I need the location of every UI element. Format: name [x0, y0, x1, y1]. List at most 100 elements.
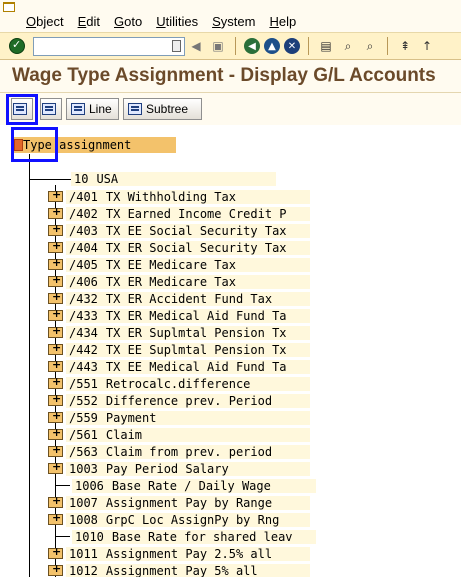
- wage-type-text: TX Withholding Tax: [99, 189, 310, 204]
- menu-item-edit[interactable]: Edit: [78, 14, 100, 29]
- tree-row[interactable]: /404TX ER Social Security Tax: [48, 239, 310, 256]
- menu-item-system[interactable]: System: [212, 14, 255, 29]
- country-code: 10: [71, 172, 91, 186]
- wage-type-text: Assignment Pay by Range: [99, 495, 310, 510]
- expand-node-icon[interactable]: [48, 341, 63, 355]
- country-node[interactable]: 10 USA: [29, 171, 277, 187]
- wage-type-code: /402: [66, 206, 100, 221]
- menu-item-goto[interactable]: Goto: [114, 14, 142, 29]
- expand-node-icon[interactable]: [48, 256, 63, 270]
- print-icon[interactable]: ▤: [317, 37, 335, 55]
- wage-type-code: 1012: [66, 563, 100, 577]
- expand-all-button[interactable]: [11, 98, 33, 120]
- tree-row[interactable]: /443TX EE Medical Aid Fund Ta: [48, 358, 310, 375]
- tree-row[interactable]: /559Payment: [48, 409, 310, 426]
- find-next-icon[interactable]: ⌕: [361, 37, 379, 55]
- expand-node-icon[interactable]: [48, 375, 63, 389]
- tree-row[interactable]: 1012Assignment Pay 5% all: [48, 562, 310, 577]
- tree-row[interactable]: 1010 Base Rate for shared leav: [56, 528, 316, 545]
- expand-node-icon[interactable]: [48, 392, 63, 406]
- expand-node-icon[interactable]: [48, 290, 63, 304]
- menu-item-object[interactable]: Object: [26, 14, 64, 29]
- expand-node-icon[interactable]: [48, 562, 63, 576]
- wage-type-text: Assignment Pay 5% all: [99, 563, 310, 577]
- line-button-label: Line: [89, 102, 112, 116]
- line-button[interactable]: Line: [66, 98, 119, 120]
- wage-type-text: Claim: [99, 427, 310, 442]
- expand-node-icon[interactable]: [48, 545, 63, 559]
- tree-row[interactable]: /432TX ER Accident Fund Tax: [48, 290, 310, 307]
- tree-row[interactable]: 1007Assignment Pay by Range: [48, 494, 310, 511]
- command-field[interactable]: [33, 36, 185, 56]
- tree-row[interactable]: /406TX ER Medicare Tax: [48, 273, 310, 290]
- expand-node-icon[interactable]: [48, 358, 63, 372]
- tree-row[interactable]: /442TX EE Suplmtal Pension Tx: [48, 341, 310, 358]
- menu-item-label: bject: [36, 14, 64, 29]
- expand-node-icon[interactable]: [48, 222, 63, 236]
- expand-node-icon[interactable]: [48, 460, 63, 474]
- expand-node-icon[interactable]: [48, 324, 63, 338]
- tree-row[interactable]: /561Claim: [48, 426, 310, 443]
- tree-row[interactable]: /402TX Earned Income Credit P: [48, 205, 310, 222]
- country-name: USA: [90, 172, 277, 186]
- navigate-left-icon[interactable]: ◀: [187, 37, 205, 55]
- subtree-button[interactable]: Subtree: [123, 98, 202, 120]
- tree-row[interactable]: /401TX Withholding Tax: [48, 188, 310, 205]
- expand-node-icon[interactable]: [48, 307, 63, 321]
- subtree-button-label: Subtree: [146, 102, 189, 116]
- wage-type-text: Base Rate for shared leav: [105, 529, 316, 544]
- expand-node-icon[interactable]: [48, 409, 63, 423]
- menu-bar: Object Edit Goto Utilities System Help: [0, 0, 461, 32]
- expand-node-icon[interactable]: [48, 511, 63, 525]
- tree-row[interactable]: 1006 Base Rate / Daily Wage: [56, 477, 316, 494]
- tree-root-node[interactable]: Type assignment: [14, 137, 176, 153]
- menu-item-utilities[interactable]: Utilities: [156, 14, 198, 29]
- tree-row[interactable]: /563Claim from prev. period: [48, 443, 310, 460]
- tree-connector: [56, 536, 70, 537]
- expand-node-icon[interactable]: [48, 205, 63, 219]
- previous-page-icon[interactable]: ↑: [418, 37, 436, 55]
- tree-row[interactable]: /405TX EE Medicare Tax: [48, 256, 310, 273]
- system-menu-icon[interactable]: [3, 2, 15, 12]
- enter-icon[interactable]: [9, 38, 25, 54]
- wage-type-code: /563: [66, 444, 100, 459]
- expand-node-icon[interactable]: [48, 494, 63, 508]
- tree-connector: [29, 178, 71, 180]
- wage-type-code: /432: [66, 291, 100, 306]
- wage-type-text: Pay Period Salary: [99, 461, 310, 476]
- back-icon[interactable]: ◀: [244, 38, 260, 54]
- exit-icon[interactable]: ▲: [264, 38, 280, 54]
- wage-type-text: TX ER Social Security Tax: [99, 240, 310, 255]
- menu-item-mnemonic: S: [212, 14, 221, 29]
- expand-node-icon[interactable]: [48, 239, 63, 253]
- command-input[interactable]: [34, 37, 164, 54]
- first-page-icon[interactable]: ⇞: [396, 37, 414, 55]
- collapse-all-button[interactable]: [40, 98, 62, 120]
- find-icon[interactable]: ⌕: [339, 37, 357, 55]
- tree-row[interactable]: /434TX ER Suplmtal Pension Tx: [48, 324, 310, 341]
- expand-node-icon[interactable]: [48, 188, 63, 202]
- menu-item-help[interactable]: Help: [269, 14, 296, 29]
- tree-row[interactable]: /552Difference prev. Period: [48, 392, 310, 409]
- menu-item-mnemonic: O: [26, 14, 37, 29]
- tree-row[interactable]: /433TX ER Medical Aid Fund Ta: [48, 307, 310, 324]
- wage-type-code: 1006: [72, 478, 106, 493]
- title-bar: Wage Type Assignment - Display G/L Accou…: [0, 60, 461, 93]
- command-history-icon[interactable]: [172, 39, 181, 52]
- tree-row[interactable]: 1003Pay Period Salary: [48, 460, 310, 477]
- expand-node-icon[interactable]: [48, 443, 63, 457]
- wage-type-text: TX ER Medical Aid Fund Ta: [99, 308, 310, 323]
- cancel-icon[interactable]: ✕: [284, 38, 300, 54]
- tree-row[interactable]: /551Retrocalc.difference: [48, 375, 310, 392]
- save-icon[interactable]: ▣: [209, 37, 227, 55]
- wage-type-text: GrpC Loc AssignPy by Rng: [99, 512, 310, 527]
- expand-node-icon[interactable]: [48, 273, 63, 287]
- wage-type-text: Payment: [99, 410, 310, 425]
- wage-type-text: Difference prev. Period: [99, 393, 310, 408]
- tree-row[interactable]: 1011Assignment Pay 2.5% all: [48, 545, 310, 562]
- tree-row[interactable]: 1008GrpC Loc AssignPy by Rng: [48, 511, 310, 528]
- tree-row[interactable]: /403TX EE Social Security Tax: [48, 222, 310, 239]
- wage-type-text: TX ER Accident Fund Tax: [99, 291, 310, 306]
- expand-node-icon[interactable]: [48, 426, 63, 440]
- collapse-all-icon: [42, 103, 56, 115]
